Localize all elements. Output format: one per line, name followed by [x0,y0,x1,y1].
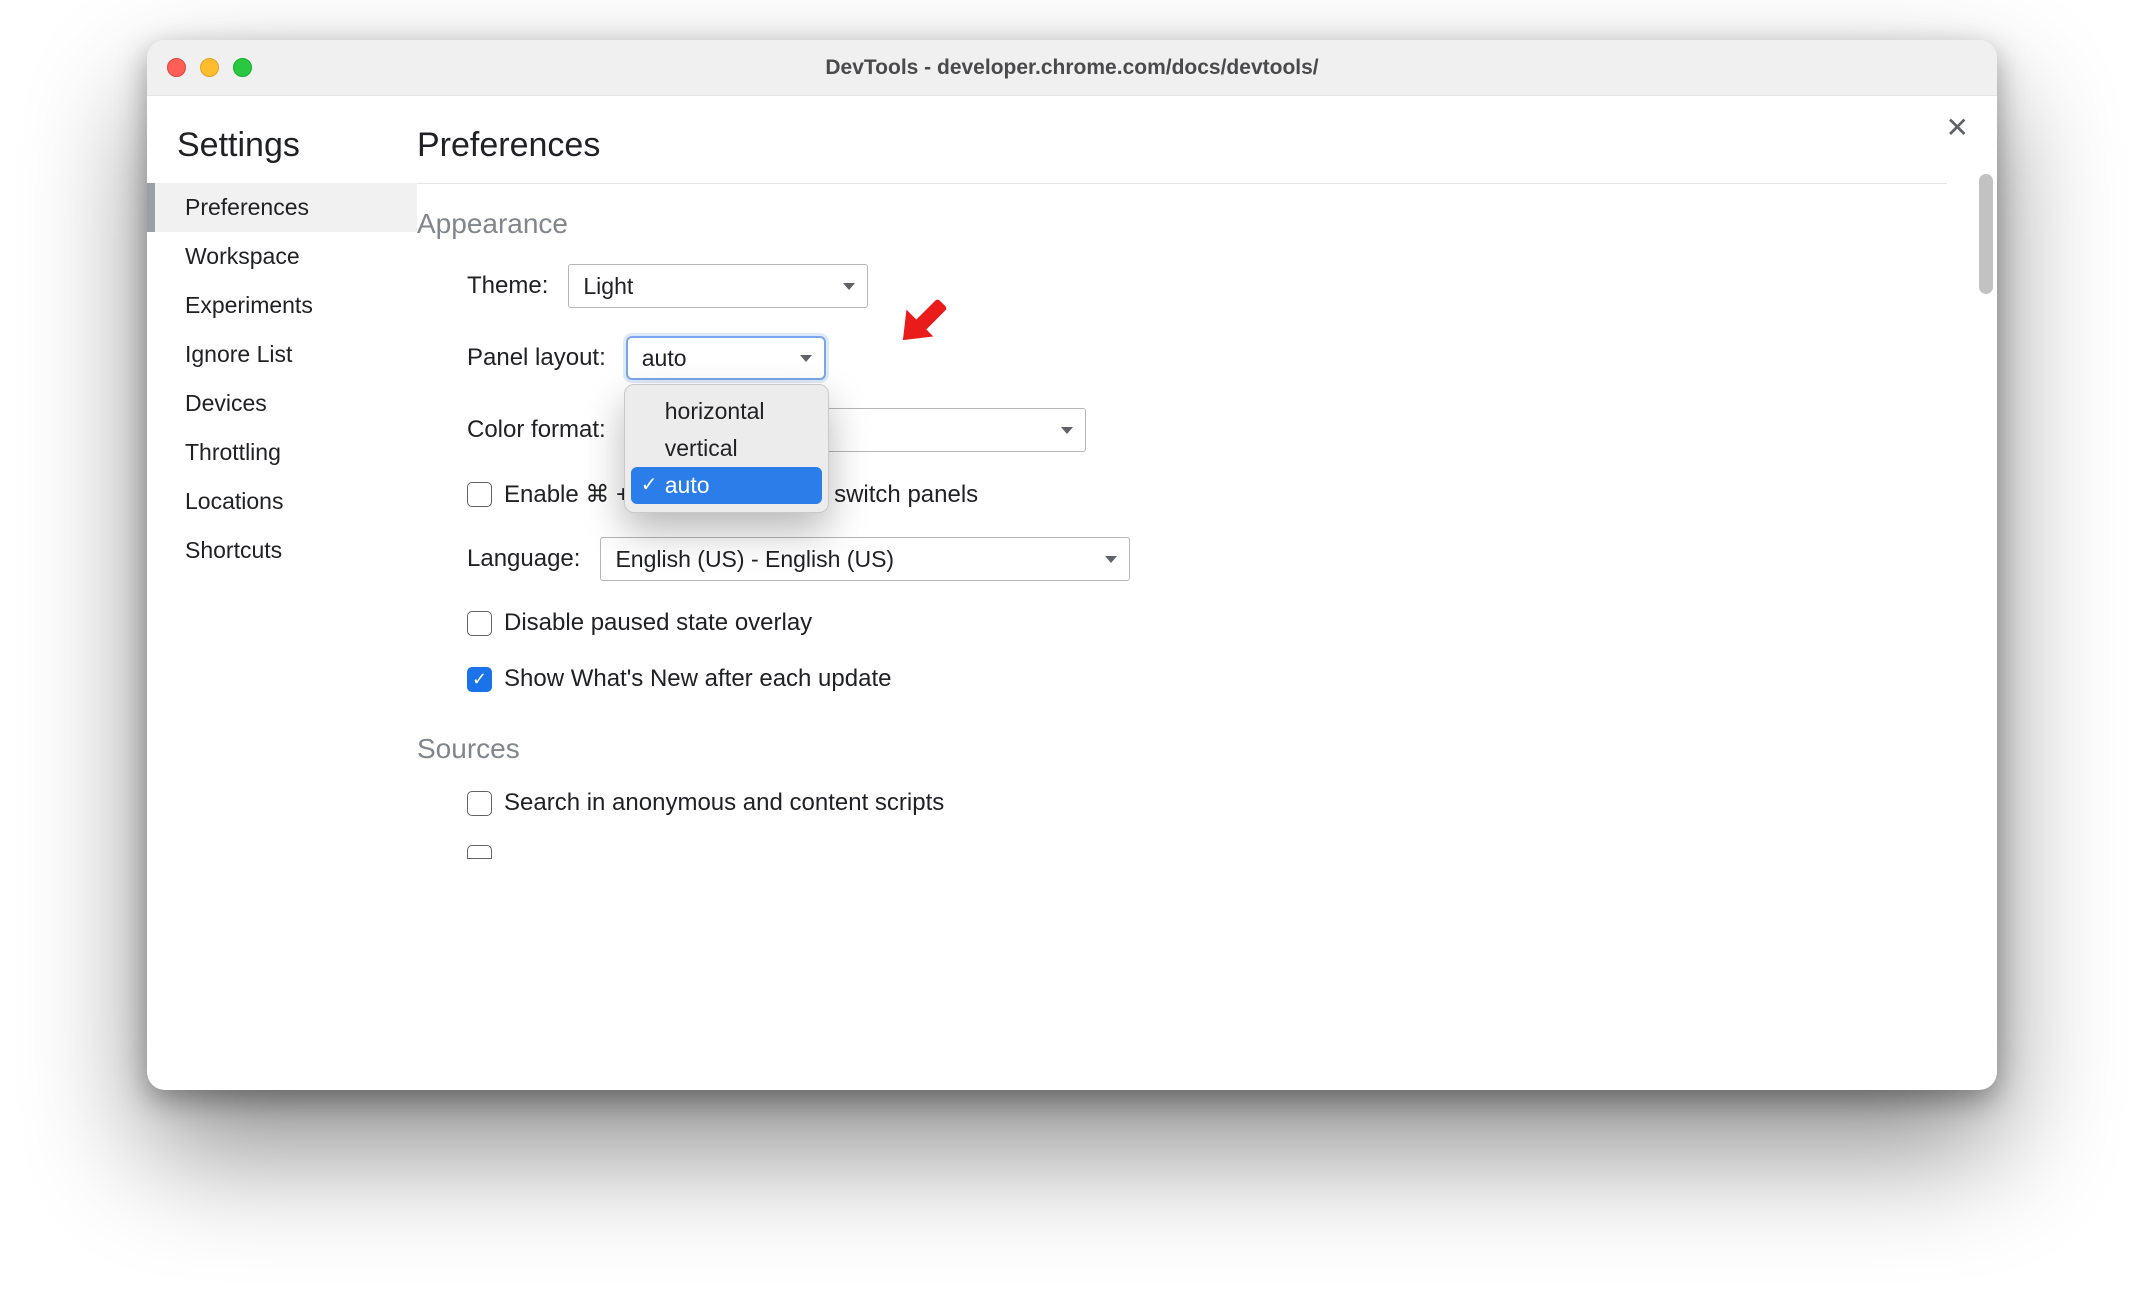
sidebar-item-workspace[interactable]: Workspace [147,232,417,281]
sidebar-item-shortcuts[interactable]: Shortcuts [147,526,417,575]
disable-paused-row: Disable paused state overlay [467,609,1947,637]
enable-shortcut-label-prefix: Enable ⌘ + [504,480,630,509]
disable-paused-checkbox[interactable] [467,611,492,636]
sidebar-item-preferences[interactable]: Preferences [147,183,417,232]
sidebar-item-throttling[interactable]: Throttling [147,428,417,477]
enable-shortcut-label-suffix: switch panels [834,481,978,509]
show-whats-new-row: ✓ Show What's New after each update [467,665,1947,693]
panel-layout-option-horizontal[interactable]: horizontal [631,393,822,430]
theme-label: Theme: [467,272,548,300]
sidebar-item-experiments[interactable]: Experiments [147,281,417,330]
partial-cutoff-row [467,845,1947,859]
sidebar-item-ignore-list[interactable]: Ignore List [147,330,417,379]
sidebar-list: Preferences Workspace Experiments Ignore… [147,183,417,575]
partial-checkbox[interactable] [467,845,492,859]
theme-select[interactable]: Light [568,264,868,308]
theme-select-value: Light [583,273,633,300]
chevron-down-icon [843,283,855,290]
divider [417,183,1947,184]
panel-layout-option-auto[interactable]: auto [631,467,822,504]
traffic-lights [167,58,252,77]
search-anon-checkbox[interactable] [467,791,492,816]
sidebar-item-locations[interactable]: Locations [147,477,417,526]
language-row: Language: English (US) - English (US) [467,537,1947,581]
content-region: ✕ Settings Preferences Workspace Experim… [147,96,1997,1090]
devtools-window: DevTools - developer.chrome.com/docs/dev… [147,40,1997,1090]
sidebar-item-devices[interactable]: Devices [147,379,417,428]
color-format-label: Color format: [467,416,606,444]
titlebar: DevTools - developer.chrome.com/docs/dev… [147,40,1997,96]
language-select-value: English (US) - English (US) [615,546,894,573]
disable-paused-label: Disable paused state overlay [504,609,812,637]
enable-shortcut-checkbox[interactable] [467,482,492,507]
settings-sidebar: Settings Preferences Workspace Experimen… [147,96,417,1090]
chevron-down-icon [1105,556,1117,563]
show-whats-new-label: Show What's New after each update [504,665,891,693]
sidebar-heading: Settings [147,126,417,183]
panel-layout-select[interactable]: auto [626,336,826,380]
panel-layout-row: Panel layout: auto [467,336,1947,380]
panel-layout-dropdown: horizontal vertical auto [624,384,829,513]
annotation-arrow-icon [887,286,957,356]
window-zoom-button[interactable] [233,58,252,77]
panel-layout-select-value: auto [642,345,687,372]
theme-row: Theme: Light [467,264,1947,308]
panel-layout-option-vertical[interactable]: vertical [631,430,822,467]
language-label: Language: [467,545,580,573]
language-select[interactable]: English (US) - English (US) [600,537,1130,581]
window-title: DevTools - developer.chrome.com/docs/dev… [147,56,1997,80]
panel-layout-label: Panel layout: [467,344,606,372]
chevron-down-icon [1061,427,1073,434]
window-minimize-button[interactable] [200,58,219,77]
window-close-button[interactable] [167,58,186,77]
chevron-down-icon [800,355,812,362]
preferences-panel: Preferences Appearance Theme: Light Pane… [417,96,1997,1090]
search-anon-row: Search in anonymous and content scripts [467,789,1947,817]
page-title: Preferences [417,126,1947,165]
search-anon-label: Search in anonymous and content scripts [504,789,944,817]
section-appearance-heading: Appearance [417,208,1947,240]
show-whats-new-checkbox[interactable]: ✓ [467,667,492,692]
section-sources-heading: Sources [417,733,1947,765]
